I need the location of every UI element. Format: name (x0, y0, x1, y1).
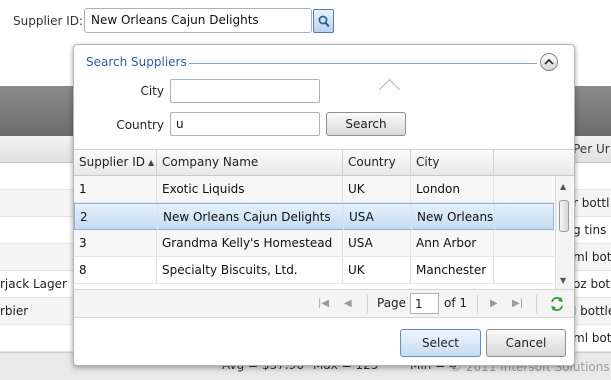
page-count-label: of 1 (444, 296, 468, 310)
vertical-scrollbar[interactable]: ▲ ▼ (555, 176, 573, 289)
city-input[interactable] (170, 79, 320, 103)
search-icon (318, 15, 330, 28)
grid-pager: |◀ ◀ Page 1 of 1 ▶ ▶| (74, 289, 574, 318)
search-suppliers-popup: Search Suppliers City Country u Search S… (73, 44, 575, 366)
grid-header: Supplier ID ▲ Company Name Country City (74, 149, 574, 176)
cell-city: London (411, 176, 494, 202)
background-row-text: rjack Lager (0, 277, 67, 291)
cell-country: UK (343, 176, 411, 202)
page-number-input[interactable]: 1 (410, 293, 439, 314)
cell-country: USA (344, 204, 412, 230)
table-row-selected[interactable]: 2 New Orleans Cajun Delights USA New Orl… (74, 203, 554, 230)
supplier-lookup-button[interactable] (313, 9, 334, 33)
supplier-id-label: Supplier ID: (13, 14, 84, 28)
supplier-results-grid: Supplier ID ▲ Company Name Country City 1… (74, 149, 574, 289)
background-row-text: l bottle (573, 304, 611, 318)
cell-supplier-id: 3 (74, 230, 157, 256)
pager-separator (477, 295, 478, 313)
cell-city: Ann Arbor (411, 230, 494, 256)
table-row[interactable]: 8 Specialty Biscuits, Ltd. UK Manchester (74, 257, 554, 284)
previous-page-icon[interactable]: ◀ (344, 298, 352, 309)
cell-company-name: New Orleans Cajun Delights (158, 204, 344, 230)
popup-pointer (378, 78, 401, 101)
column-header-city[interactable]: City (411, 150, 494, 176)
cell-supplier-id: 8 (74, 257, 157, 283)
chevron-up-icon (544, 58, 554, 65)
table-row[interactable]: 3 Grandma Kelly's Homestead USA Ann Arbo… (74, 230, 554, 257)
popup-title: Search Suppliers (86, 55, 187, 69)
background-row-text: ml bot (573, 250, 611, 264)
next-page-icon[interactable]: ▶ (490, 298, 498, 309)
background-row-text: ml bot (573, 331, 611, 345)
cell-company-name: Exotic Liquids (157, 176, 343, 202)
refresh-icon[interactable] (549, 296, 565, 312)
column-header-company-name[interactable]: Company Name (157, 150, 343, 176)
background-row-text: r bottl (573, 196, 610, 210)
cell-company-name: Specialty Biscuits, Ltd. (157, 257, 343, 283)
cancel-button[interactable]: Cancel (486, 329, 566, 357)
background-row-text: rbier (0, 304, 29, 318)
scrollbar-thumb[interactable] (559, 200, 569, 232)
country-input[interactable]: u (170, 112, 320, 136)
supplier-bar: Supplier ID: New Orleans Cajun Delights (0, 0, 611, 46)
cell-city: New Orleans (412, 204, 495, 230)
first-page-icon[interactable]: |◀ (318, 298, 329, 309)
search-button[interactable]: Search (326, 112, 406, 136)
page-label: Page (377, 296, 407, 310)
quantity-per-unit-header: Per Ur (573, 142, 610, 156)
sort-ascending-icon: ▲ (148, 158, 155, 167)
cell-supplier-id: 1 (74, 176, 157, 202)
cell-country: USA (343, 230, 411, 256)
pager-separator (536, 295, 537, 313)
cell-supplier-id: 2 (75, 204, 158, 230)
title-divider (189, 63, 537, 64)
last-page-icon[interactable]: ▶| (512, 298, 523, 309)
scroll-down-icon[interactable]: ▼ (560, 276, 566, 285)
table-row[interactable]: 1 Exotic Liquids UK London (74, 176, 554, 203)
cell-company-name: Grandma Kelly's Homestead (157, 230, 343, 256)
column-header-country[interactable]: Country (343, 150, 411, 176)
cell-city: Manchester (411, 257, 494, 283)
column-header-supplier-id[interactable]: Supplier ID ▲ (74, 150, 157, 176)
collapse-button[interactable] (540, 53, 558, 71)
scroll-up-icon[interactable]: ▲ (560, 182, 566, 191)
country-label: Country (116, 118, 164, 132)
select-button[interactable]: Select (400, 329, 481, 357)
cell-country: UK (343, 257, 411, 283)
pager-separator (367, 295, 368, 313)
supplier-id-field[interactable]: New Orleans Cajun Delights (84, 8, 312, 33)
city-label: City (140, 84, 164, 98)
background-row-text: oz bot (573, 277, 611, 291)
background-row-text: g tins (573, 223, 607, 237)
